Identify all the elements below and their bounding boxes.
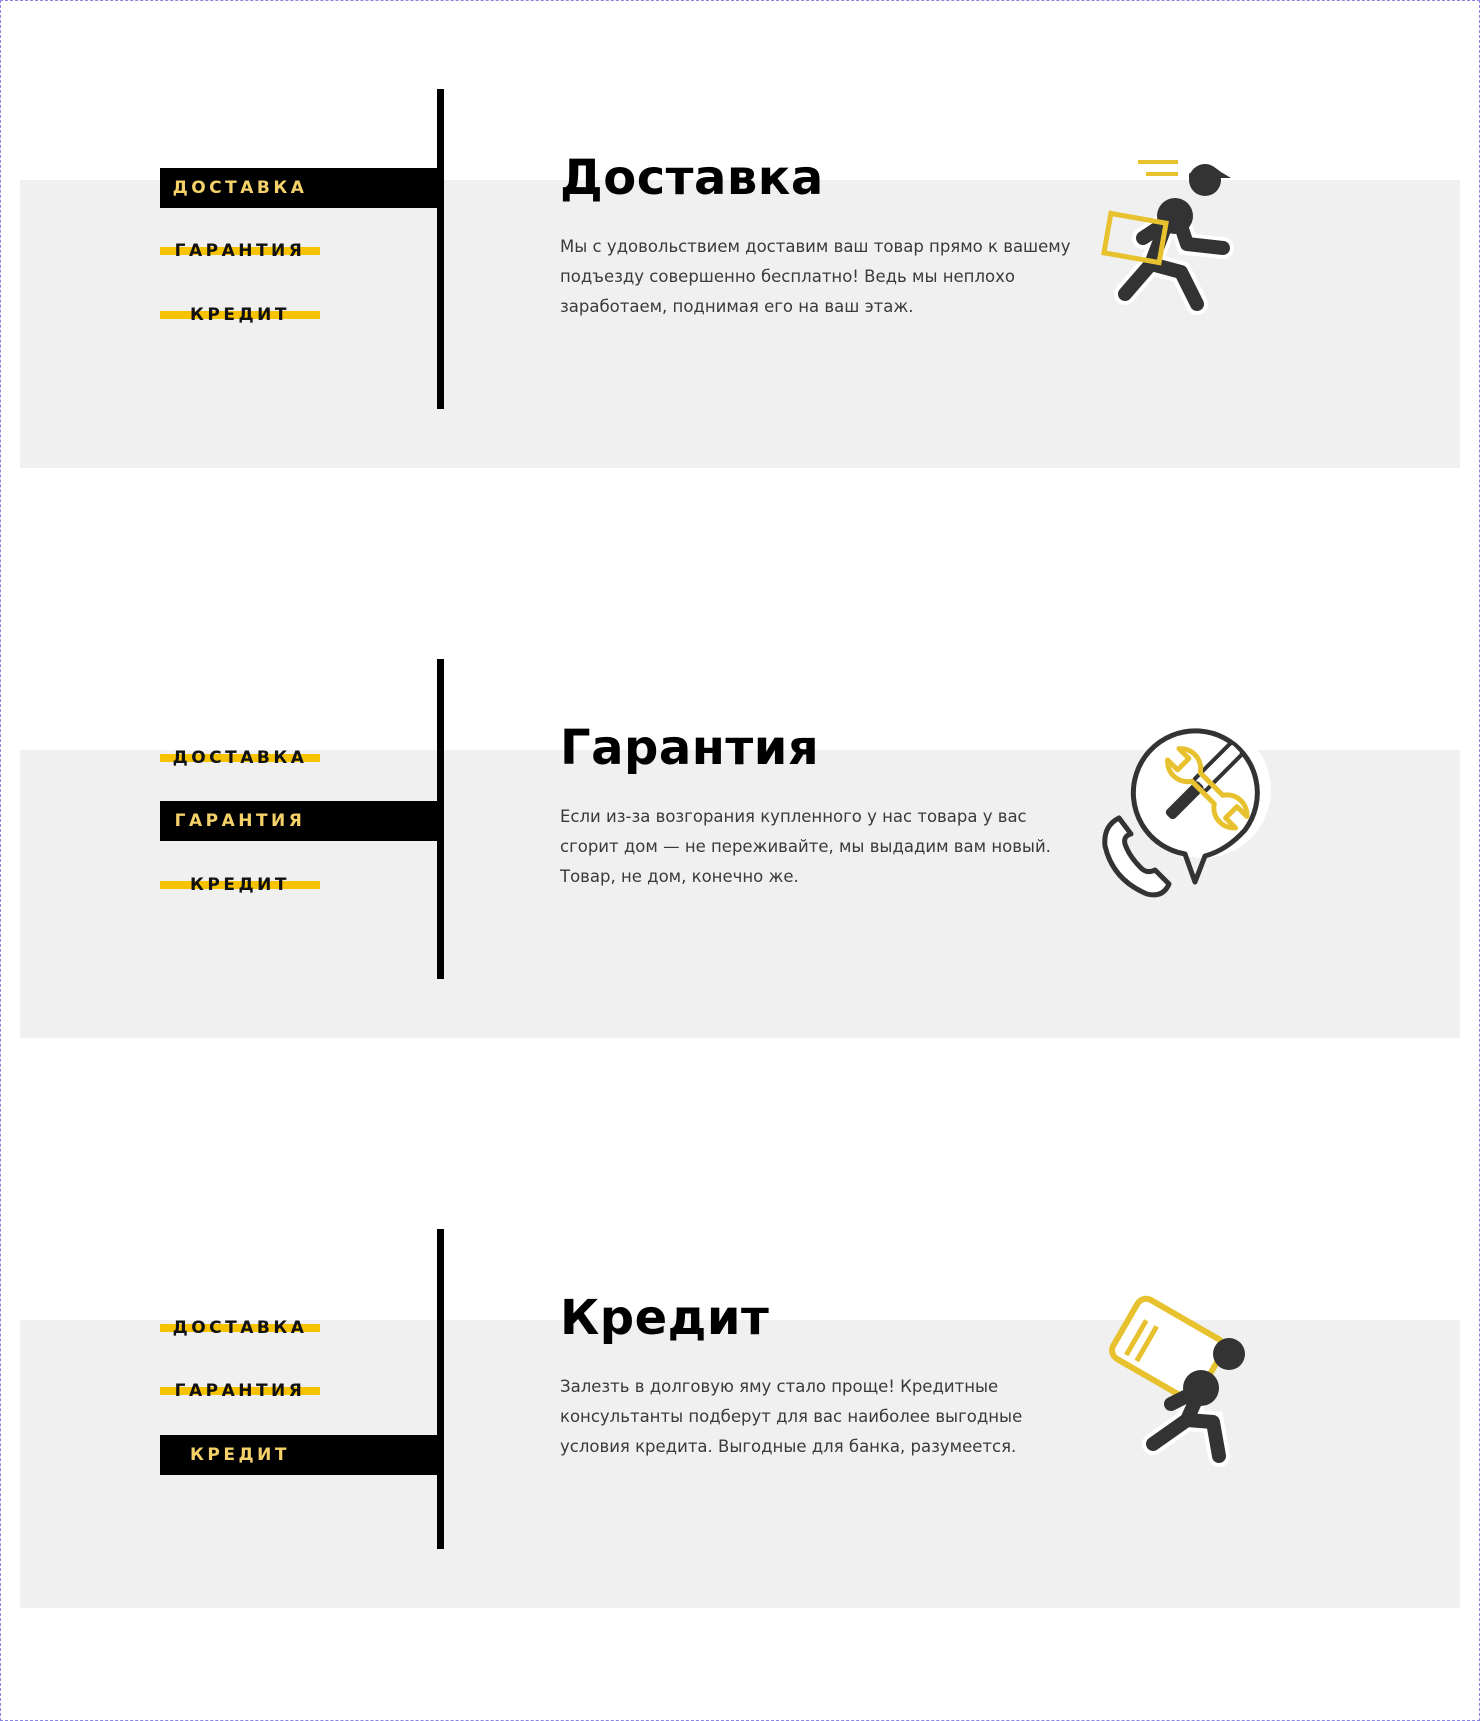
tab-delivery[interactable]: ДОСТАВКА	[160, 168, 444, 208]
support-tools-icon	[1102, 722, 1271, 898]
tab-warranty[interactable]: ГАРАНТИЯ	[160, 231, 320, 271]
tab-delivery[interactable]: ДОСТАВКА	[160, 738, 320, 778]
section-title: Гарантия	[560, 720, 820, 776]
section-description: Залезть в долговую яму стало проще! Кред…	[560, 1377, 1023, 1456]
section-warranty: ДОСТАВКА ГАРАНТИЯ КРЕДИТ Гарантия Если и…	[0, 650, 1480, 1130]
tab-credit[interactable]: КРЕДИТ	[160, 865, 320, 905]
tab-credit[interactable]: КРЕДИТ	[160, 1435, 444, 1475]
tab-label: КРЕДИТ	[190, 305, 290, 325]
section-credit: ДОСТАВКА ГАРАНТИЯ КРЕДИТ Кредит Залезть …	[0, 1220, 1480, 1700]
tab-credit[interactable]: КРЕДИТ	[160, 295, 320, 335]
tab-label: ДОСТАВКА	[172, 748, 308, 768]
divider-line	[437, 1229, 444, 1549]
delivery-runner-icon	[1101, 160, 1234, 315]
tab-label: ГАРАНТИЯ	[174, 241, 306, 261]
tab-label: КРЕДИТ	[190, 875, 290, 895]
tab-label: ДОСТАВКА	[172, 1318, 308, 1338]
tab-label: ДОСТАВКА	[172, 178, 308, 198]
tab-warranty[interactable]: ГАРАНТИЯ	[160, 1371, 320, 1411]
section-description: Мы с удовольствием доставим ваш товар пр…	[560, 237, 1071, 316]
credit-card-carrier-icon	[1109, 1295, 1245, 1467]
divider-line	[437, 89, 444, 409]
section-delivery: ДОСТАВКА ГАРАНТИЯ КРЕДИТ Доставка Мы с у…	[0, 80, 1480, 560]
tab-delivery[interactable]: ДОСТАВКА	[160, 1308, 320, 1348]
tab-label: ГАРАНТИЯ	[174, 1381, 306, 1401]
tab-label: ГАРАНТИЯ	[174, 811, 306, 831]
section-description: Если из-за возгорания купленного у нас т…	[560, 807, 1051, 886]
section-title: Кредит	[560, 1290, 770, 1346]
tab-warranty[interactable]: ГАРАНТИЯ	[160, 801, 444, 841]
section-title: Доставка	[560, 150, 824, 206]
divider-line	[437, 659, 444, 979]
tab-label: КРЕДИТ	[190, 1445, 290, 1465]
